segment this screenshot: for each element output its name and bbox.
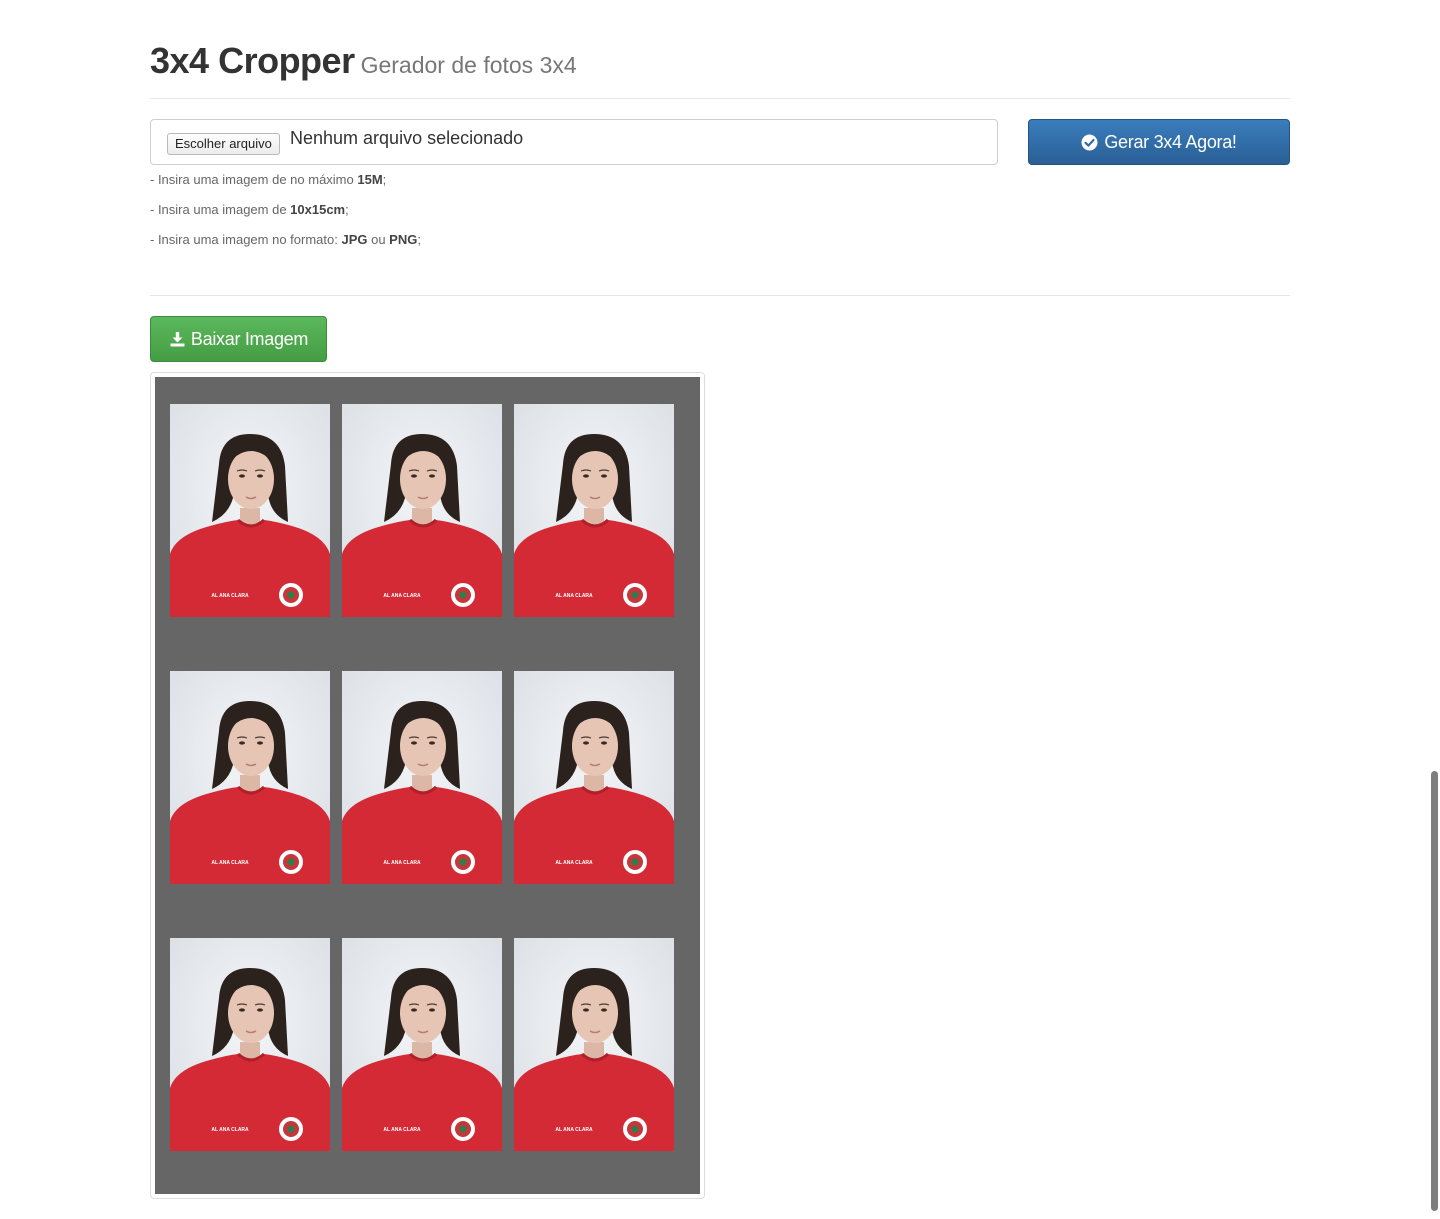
- choose-file-button[interactable]: Escolher arquivo: [167, 133, 280, 155]
- help-size: - Insira uma imagem de no máximo 15M;: [150, 172, 387, 187]
- generate-button[interactable]: Gerar 3x4 Agora!: [1028, 119, 1290, 165]
- photo-caption: AL ANA CLARA: [555, 1127, 593, 1133]
- photo-3x4: AL ANA CLARA: [170, 938, 330, 1151]
- photo-3x4: AL ANA CLARA: [342, 938, 502, 1151]
- photo-3x4: AL ANA CLARA: [514, 404, 674, 617]
- photo-3x4: AL ANA CLARA: [170, 671, 330, 884]
- photo-caption: AL ANA CLARA: [383, 593, 421, 599]
- photo-3x4: AL ANA CLARA: [514, 938, 674, 1151]
- photo-caption: AL ANA CLARA: [211, 860, 249, 866]
- photo-3x4: AL ANA CLARA: [342, 404, 502, 617]
- help-format: - Insira uma imagem no formato: JPG ou P…: [150, 232, 421, 247]
- help-dimensions: - Insira uma imagem de 10x15cm;: [150, 202, 349, 217]
- photo-caption: AL ANA CLARA: [383, 1127, 421, 1133]
- scrollbar-thumb[interactable]: [1431, 771, 1438, 1211]
- photo-3x4: AL ANA CLARA: [514, 671, 674, 884]
- result-thumbnail: AL ANA CLARA AL ANA CLARA AL ANA CLARA AL A…: [150, 372, 705, 1199]
- download-button[interactable]: Baixar Imagem: [150, 316, 327, 362]
- photo-caption: AL ANA CLARA: [211, 1127, 249, 1133]
- photo-sheet: AL ANA CLARA AL ANA CLARA AL ANA CLARA AL A…: [155, 377, 700, 1194]
- photo-caption: AL ANA CLARA: [555, 860, 593, 866]
- page-subtitle: Gerador de fotos 3x4: [360, 52, 577, 78]
- photo-caption: AL ANA CLARA: [383, 860, 421, 866]
- file-input[interactable]: Escolher arquivo Nenhum arquivo selecion…: [150, 119, 998, 165]
- page-title: 3x4 Cropper Gerador de fotos 3x4: [150, 40, 577, 81]
- generate-button-label: Gerar 3x4 Agora!: [1104, 131, 1237, 152]
- page-header: 3x4 Cropper Gerador de fotos 3x4: [150, 38, 1290, 99]
- photo-caption: AL ANA CLARA: [555, 593, 593, 599]
- download-button-label: Baixar Imagem: [190, 328, 309, 349]
- file-status: Nenhum arquivo selecionado: [290, 128, 524, 148]
- photo-caption: AL ANA CLARA: [211, 593, 249, 599]
- divider: [150, 295, 1290, 296]
- download-icon: [170, 332, 185, 347]
- photo-3x4: AL ANA CLARA: [342, 671, 502, 884]
- photo-3x4: AL ANA CLARA: [170, 404, 330, 617]
- check-circle-icon: [1081, 134, 1098, 150]
